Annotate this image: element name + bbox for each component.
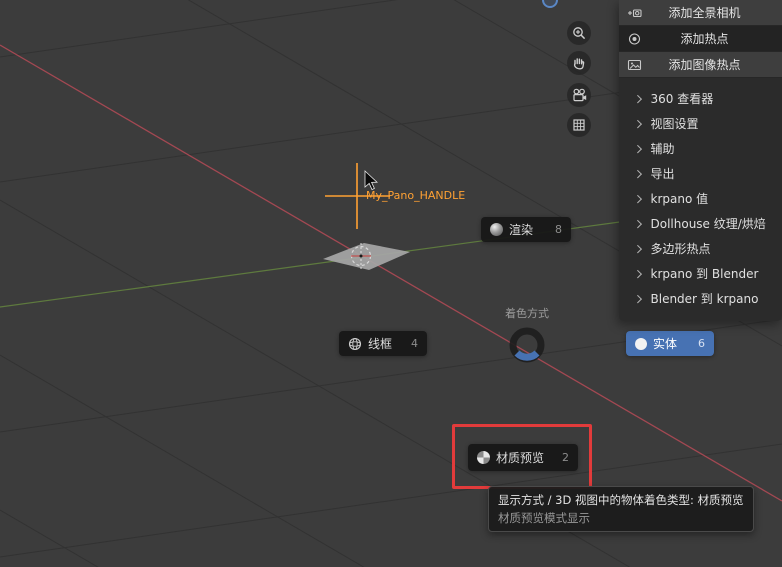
- section-label: 辅助: [650, 142, 675, 156]
- camera-view-button[interactable]: [567, 83, 591, 107]
- pie-item-label: 线框: [368, 337, 393, 351]
- add-pano-camera-button[interactable]: 添加全景相机: [619, 0, 782, 26]
- mouse-cursor-icon: [364, 170, 378, 191]
- section-export[interactable]: 导出: [619, 161, 782, 186]
- chevron-right-icon: [633, 94, 642, 103]
- addon-panel: 添加全景相机 添加热点 添加图像热点 360 查看器 视图设置 辅助 导出 kr…: [619, 0, 782, 321]
- tooltip-description: 显示方式 / 3D 视图中的物体着色类型: 材质预览: [498, 493, 744, 507]
- section-label: Blender 到 krpano: [650, 292, 759, 306]
- pie-item-shortcut: 4: [411, 337, 418, 350]
- add-hotspot-label: 添加热点: [680, 32, 729, 46]
- blender-3d-viewport[interactable]: My_Pano_HANDLE 着色方式 渲染 8 线框 4 实体 6 材质预览 …: [0, 0, 782, 567]
- camera-view-icon: [572, 88, 586, 102]
- chevron-right-icon: [633, 219, 642, 228]
- section-360-viewer[interactable]: 360 查看器: [619, 86, 782, 111]
- section-label: krpano 值: [650, 192, 709, 206]
- image-hotspot-icon: [627, 58, 647, 72]
- viewport-controls: [567, 21, 591, 143]
- tooltip: 显示方式 / 3D 视图中的物体着色类型: 材质预览 材质预览模式显示: [488, 486, 754, 533]
- wireframe-sphere-icon: [348, 337, 362, 350]
- chevron-right-icon: [633, 169, 642, 178]
- chevron-right-icon: [633, 194, 642, 203]
- section-dollhouse-bake[interactable]: Dollhouse 纹理/烘焙: [619, 211, 782, 236]
- pano-camera-icon: [627, 6, 647, 20]
- rendered-sphere-icon: [490, 223, 503, 236]
- zoom-in-icon: [573, 27, 586, 40]
- hotspot-icon: [627, 32, 647, 46]
- pan-button[interactable]: [567, 51, 591, 75]
- object-name-label: My_Pano_HANDLE: [366, 189, 466, 202]
- zoom-button[interactable]: [567, 21, 591, 45]
- pie-item-label: 实体: [653, 337, 678, 351]
- pie-item-solid[interactable]: 实体 6: [626, 331, 714, 356]
- chevron-right-icon: [633, 244, 642, 253]
- add-pano-camera-label: 添加全景相机: [668, 6, 741, 20]
- chevron-right-icon: [633, 119, 642, 128]
- pie-menu-direction-ring: [509, 327, 545, 363]
- section-view-settings[interactable]: 视图设置: [619, 111, 782, 136]
- solid-sphere-icon: [635, 337, 647, 350]
- section-label: 导出: [650, 167, 675, 181]
- pie-item-rendered[interactable]: 渲染 8: [481, 217, 571, 242]
- section-label: 视图设置: [650, 117, 699, 131]
- chevron-right-icon: [633, 269, 642, 278]
- orthographic-grid-icon: [573, 119, 585, 131]
- section-label: 多边形热点: [650, 242, 711, 256]
- orthographic-button[interactable]: [567, 113, 591, 137]
- red-highlight-annotation: [452, 424, 592, 489]
- section-label: krpano 到 Blender: [650, 267, 759, 281]
- pie-menu-title: 着色方式: [505, 307, 549, 320]
- pie-item-wireframe[interactable]: 线框 4: [339, 331, 427, 356]
- chevron-right-icon: [633, 144, 642, 153]
- add-image-hotspot-button[interactable]: 添加图像热点: [619, 52, 782, 78]
- section-polygon-hotspot[interactable]: 多边形热点: [619, 236, 782, 261]
- section-krpano-values[interactable]: krpano 值: [619, 186, 782, 211]
- section-blender-to-krpano[interactable]: Blender 到 krpano: [619, 286, 782, 311]
- chevron-right-icon: [633, 294, 642, 303]
- pan-hand-icon: [573, 58, 585, 70]
- add-image-hotspot-label: 添加图像热点: [668, 58, 741, 72]
- pie-item-label: 渲染: [509, 223, 534, 237]
- add-hotspot-button[interactable]: 添加热点: [619, 26, 782, 52]
- panel-sections: 360 查看器 视图设置 辅助 导出 krpano 值 Dollhouse 纹理…: [619, 78, 782, 321]
- section-helpers[interactable]: 辅助: [619, 136, 782, 161]
- section-label: Dollhouse 纹理/烘焙: [650, 217, 766, 231]
- section-label: 360 查看器: [650, 92, 714, 106]
- pie-item-shortcut: 8: [555, 223, 562, 236]
- section-krpano-to-blender[interactable]: krpano 到 Blender: [619, 261, 782, 286]
- tooltip-subtext: 材质预览模式显示: [498, 510, 590, 525]
- pie-item-shortcut: 6: [698, 337, 705, 350]
